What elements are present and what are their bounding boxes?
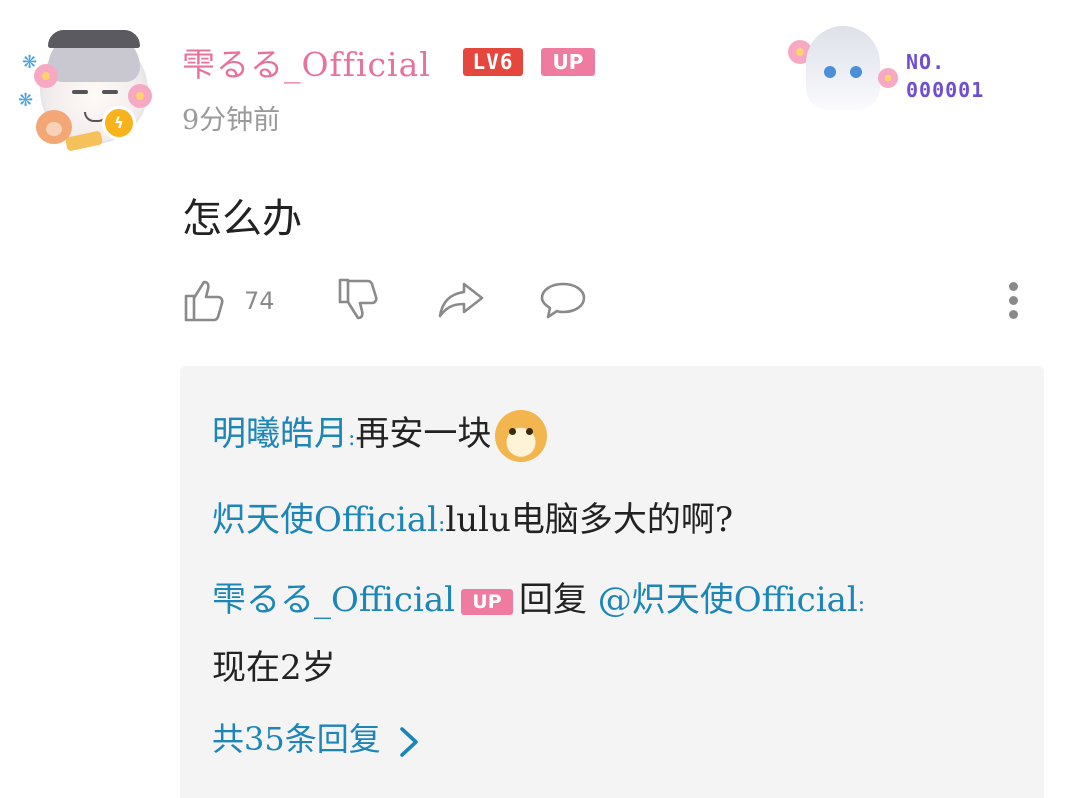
avatar-eye-right [102, 90, 118, 94]
flower-decoration-icon [128, 84, 152, 108]
fan-eye-left [824, 66, 836, 78]
user-avatar[interactable]: ❋ ❋ ϟ [18, 24, 160, 156]
reply-button[interactable] [538, 276, 588, 324]
view-all-replies-link[interactable]: 共35条回复 [212, 714, 421, 760]
thumbs-down-icon [338, 278, 378, 320]
flower-decoration-icon [878, 68, 898, 88]
up-badge: UP [541, 48, 595, 76]
like-count: 74 [244, 287, 275, 315]
thumbs-up-icon [184, 280, 224, 322]
butterfly-icon: ❋ [22, 52, 38, 73]
comment-screen: ❋ ❋ ϟ 雫るる_Official LV6 UP 9分钟前 NO. 00000… [0, 0, 1080, 798]
lightning-badge-icon: ϟ [102, 106, 136, 140]
reply-keyword: 回复 [518, 580, 587, 620]
fan-badge-number: NO. 000001 [906, 48, 984, 104]
reply-separator: : [857, 592, 866, 617]
view-all-replies-label: 共35条回复 [212, 720, 381, 758]
chevron-right-icon [399, 726, 418, 757]
replies-preview[interactable]: 明曦皓月:再安一块 炽天使Official:lulu电脑多大的啊? 雫るる_Of… [180, 366, 1044, 798]
comment-body: 怎么办 [182, 196, 302, 242]
paw-pad [46, 122, 62, 136]
share-icon [438, 282, 484, 318]
reply-author[interactable]: 炽天使Official [212, 500, 438, 540]
share-button[interactable] [436, 276, 486, 324]
reply-item[interactable]: 雫るる_Official UP 回复 @炽天使Official: [212, 572, 865, 621]
reply-text-continued: 现在2岁 [212, 640, 336, 689]
dislike-button[interactable] [334, 276, 382, 324]
avatar-headband [48, 30, 140, 48]
comment-bubble-icon [540, 282, 586, 319]
level-badge: LV6 [463, 48, 523, 76]
comment-username[interactable]: 雫るる_Official [182, 38, 431, 86]
more-dot-icon [1009, 310, 1018, 319]
reply-author[interactable]: 雫るる_Official [212, 580, 455, 620]
comment-timestamp: 9分钟前 [182, 105, 281, 136]
fan-badge-no-value: 000001 [906, 78, 985, 102]
avatar-eye-left [72, 90, 88, 94]
reply-item[interactable]: 明曦皓月:再安一块 [212, 406, 548, 462]
up-badge: UP [460, 589, 513, 615]
more-options-button[interactable] [1000, 280, 1028, 322]
like-button[interactable] [180, 276, 228, 324]
more-dot-icon [1009, 282, 1018, 291]
reply-text: 现在2岁 [212, 648, 336, 688]
fan-badge-face [806, 26, 880, 110]
more-dot-icon [1009, 296, 1018, 305]
reply-text: 再安一块 [355, 414, 492, 454]
reply-item[interactable]: 炽天使Official:lulu电脑多大的啊? [212, 492, 733, 541]
fan-eye-right [850, 66, 862, 78]
reply-mention[interactable]: @炽天使Official [598, 580, 858, 620]
flower-decoration-icon [34, 64, 58, 88]
fan-badge-avatar[interactable] [786, 22, 898, 114]
doge-emoji-icon [495, 410, 548, 462]
reply-author[interactable]: 明曦皓月 [212, 414, 348, 454]
butterfly-icon: ❋ [18, 90, 34, 111]
fan-badge-no-label: NO. [906, 50, 946, 74]
reply-text: lulu电脑多大的啊? [445, 500, 734, 540]
